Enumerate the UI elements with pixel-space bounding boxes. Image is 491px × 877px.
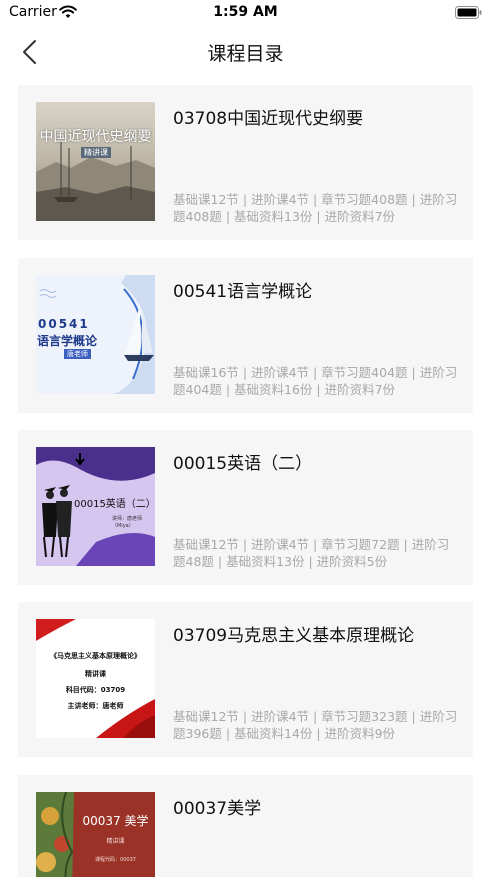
thumbnail-heading: 00037 美学 bbox=[82, 814, 149, 828]
thumbnail-teacher: 主讲老师：唐老师 bbox=[67, 702, 124, 710]
course-title: 00015英语（二） bbox=[173, 454, 313, 474]
thumbnail-code: 科目代码：03709 bbox=[65, 686, 126, 694]
thumbnail-code: 00541 bbox=[38, 317, 90, 331]
course-list: 中国近现代史纲要 精讲课 03708中国近现代史纲要 基础课12节 | 进阶课4… bbox=[0, 0, 491, 877]
thumbnail-heading: 《马克思主义基本原理概论》 bbox=[50, 652, 141, 660]
course-card[interactable]: 00541 语言学概论 唐老师 00541语言学概论 基础课16节 | 进阶课4… bbox=[18, 258, 473, 413]
thumbnail-sub: 精讲课 bbox=[85, 670, 106, 678]
course-meta: 基础课16节 | 进阶课4节 | 章节习题404题 | 进阶习题404题 | 基… bbox=[173, 365, 458, 397]
course-title: 00541语言学概论 bbox=[173, 282, 313, 302]
course-card[interactable]: 《马克思主义基本原理概论》 精讲课 科目代码：03709 主讲老师：唐老师 03… bbox=[18, 602, 473, 757]
thumbnail-tag: 唐老师 bbox=[64, 349, 91, 359]
course-thumbnail: 《马克思主义基本原理概论》 精讲课 科目代码：03709 主讲老师：唐老师 bbox=[36, 619, 155, 738]
course-title: 03709马克思主义基本原理概论 bbox=[173, 626, 415, 646]
course-title: 03708中国近现代史纲要 bbox=[173, 109, 364, 129]
course-thumbnail: 00541 语言学概论 唐老师 bbox=[36, 275, 155, 394]
thumbnail-code: 课程代码：00037 bbox=[95, 857, 136, 863]
course-meta: 基础课12节 | 进阶课4节 | 章节习题323题 | 进阶习题396题 | 基… bbox=[173, 709, 458, 741]
course-card[interactable]: 中国近现代史纲要 精讲课 03708中国近现代史纲要 基础课12节 | 进阶课4… bbox=[18, 85, 473, 240]
thumbnail-heading: 00015英语（二） bbox=[74, 499, 155, 510]
course-card[interactable]: 00037 美学 精讲课 课程代码：00037 00037美学 bbox=[18, 775, 473, 877]
thumbnail-name: 语言学概论 bbox=[37, 334, 98, 348]
course-card[interactable]: 00015英语（二） 讲师：唐老师（Miya） 00015英语（二） 基础课12… bbox=[18, 430, 473, 585]
thumbnail-sub: 精讲课 bbox=[106, 838, 125, 845]
course-title: 00037美学 bbox=[173, 799, 262, 819]
thumbnail-heading: 中国近现代史纲要 bbox=[39, 129, 152, 145]
thumbnail-lecturer: 讲师：唐老师（Miya） bbox=[112, 516, 143, 529]
course-thumbnail: 中国近现代史纲要 精讲课 bbox=[36, 102, 155, 221]
course-thumbnail: 00015英语（二） 讲师：唐老师（Miya） bbox=[36, 447, 155, 566]
thumbnail-sub: 精讲课 bbox=[81, 147, 111, 158]
course-meta: 基础课12节 | 进阶课4节 | 章节习题408题 | 进阶习题408题 | 基… bbox=[173, 192, 458, 224]
course-thumbnail: 00037 美学 精讲课 课程代码：00037 bbox=[36, 792, 155, 877]
course-meta: 基础课12节 | 进阶课4节 | 章节习题72题 | 进阶习题48题 | 基础资… bbox=[173, 537, 450, 569]
